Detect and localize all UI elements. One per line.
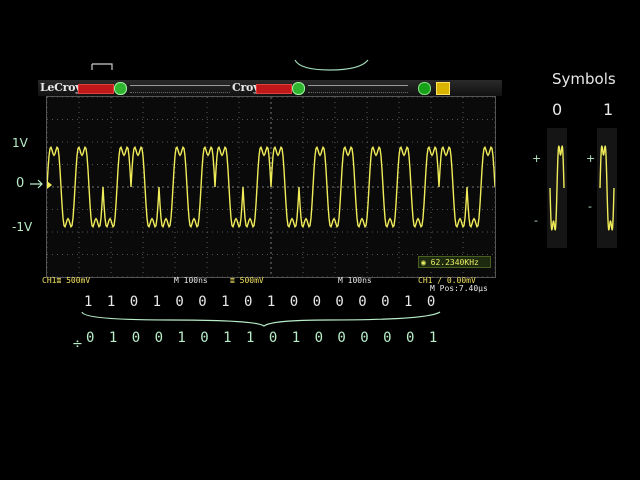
usb-icon	[418, 82, 431, 95]
frequency-value: 62.2340KHz	[430, 258, 479, 267]
bit-group-braces	[81, 311, 441, 327]
symbol-zero-label: 0	[552, 100, 563, 119]
level-zero-label: 0	[16, 176, 25, 191]
level-arrow	[30, 179, 43, 189]
svg-text:+: +	[586, 152, 595, 165]
waveform-graticule	[46, 96, 496, 278]
symbol-one-label: 1	[603, 100, 614, 119]
scope-top-bar: LeCroy Croy	[38, 80, 502, 96]
bits-bottom-row: 0 1 0 0 1 0 1 1 0 1 0 0 0 0 0 1	[86, 330, 441, 346]
level-low-label: -1V	[12, 220, 33, 234]
svg-text:+: +	[532, 152, 541, 165]
trigger-status-icon-second	[292, 82, 305, 95]
frequency-counter-icon: ◉	[421, 258, 426, 267]
ch1-scale: CH1≣ 500mV	[42, 276, 91, 285]
scope-status-bar: CH1≣ 500mV M 100ns ≣ 500mV M 100ns CH1 ∕…	[38, 273, 502, 293]
level-high-label: 1V	[12, 136, 28, 150]
svg-text:-: -	[588, 200, 592, 213]
bits-bottom-marker: ÷	[72, 337, 83, 352]
run-stop-indicator	[78, 84, 114, 94]
speaker-icon	[436, 82, 450, 95]
ch-scale-mid: ≣ 500mV	[230, 276, 264, 285]
top-sketch-marks	[91, 59, 369, 71]
frequency-counter: ◉ 62.2340KHz	[418, 256, 491, 268]
bits-top-row: 1 1 0 1 0 0 1 0 1 0 0 0 0 0 1 0	[84, 294, 439, 310]
run-stop-indicator-second	[256, 84, 292, 94]
trigger-status-icon	[114, 82, 127, 95]
memory-position-bar	[130, 85, 230, 93]
horizontal-position: M Pos:7.40μs	[430, 284, 488, 293]
brand-logo: LeCroy	[40, 81, 82, 94]
svg-text:-: -	[534, 214, 538, 227]
oscilloscope-screen: LeCroy Croy ◉ 62.2340KHz CH1≣ 500mV M 10…	[38, 80, 502, 293]
ch1-ground-marker	[47, 181, 52, 189]
timebase-right: M 100ns	[338, 276, 372, 285]
symbols-title: Symbols	[552, 70, 616, 88]
timebase-left: M 100ns	[174, 276, 208, 285]
symbol-waveforms: + - + -	[532, 128, 617, 248]
memory-position-bar-second	[308, 85, 408, 93]
waveform-display	[46, 96, 496, 278]
